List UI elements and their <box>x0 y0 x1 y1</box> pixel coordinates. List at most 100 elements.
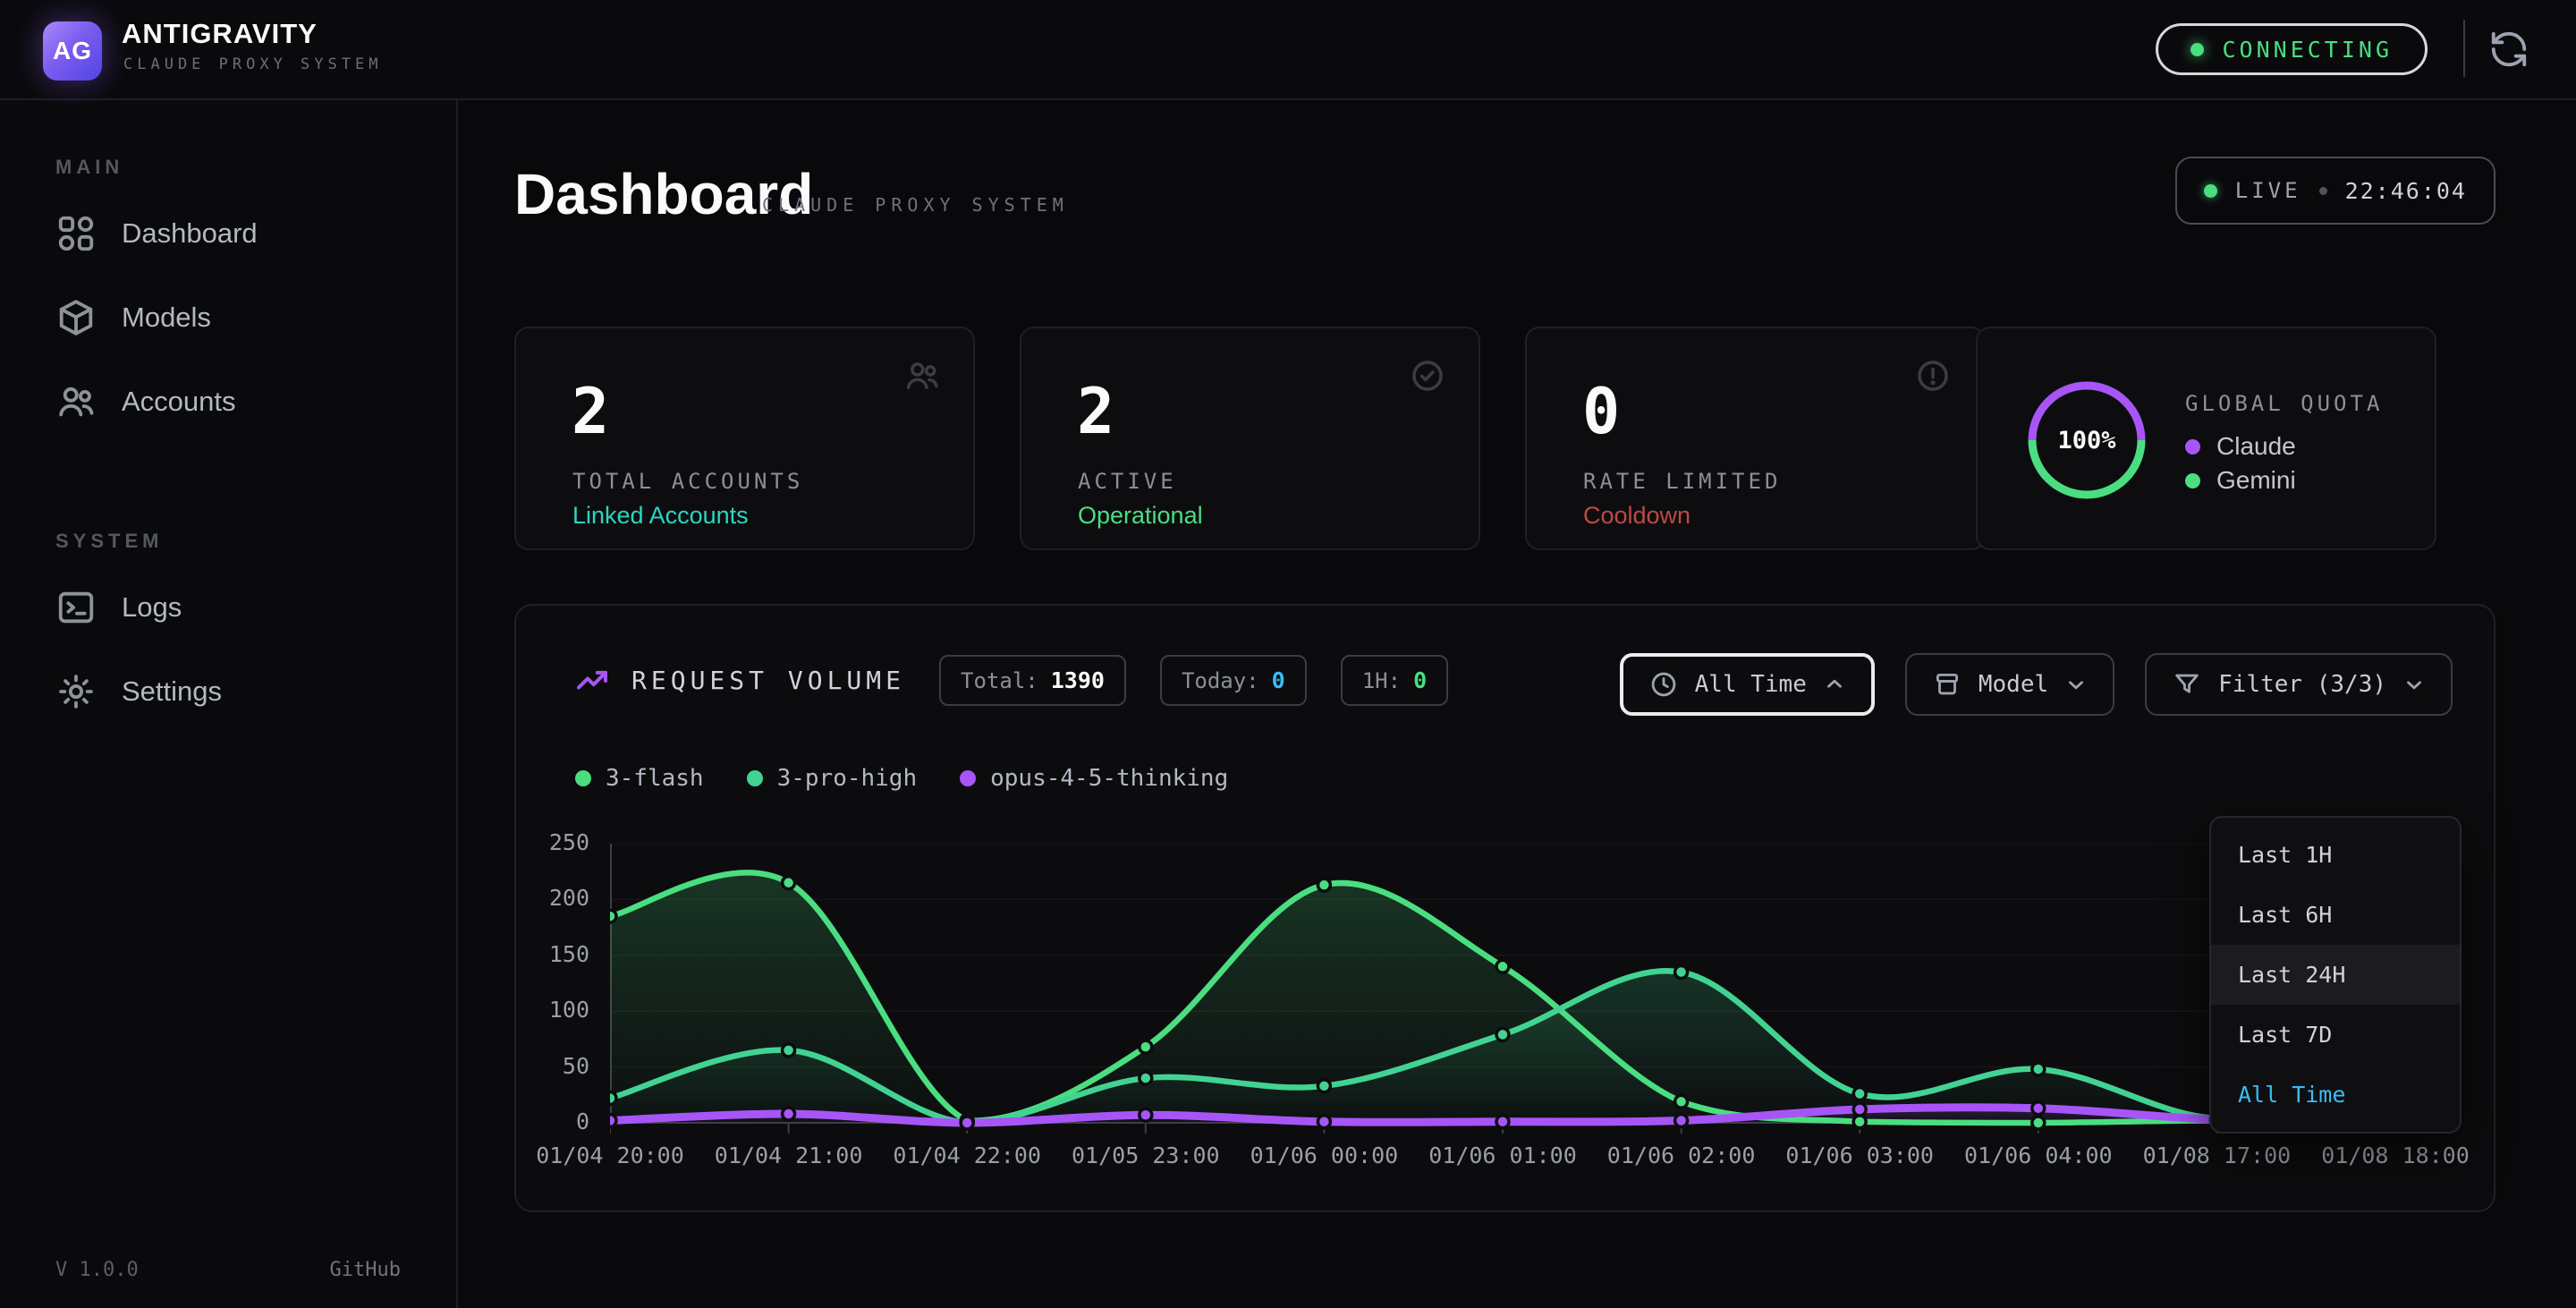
chevron-down-icon <box>2064 673 2088 696</box>
time-range-label: All Time <box>1695 671 1807 698</box>
legend-item[interactable]: 3-flash <box>575 765 704 792</box>
model-label: Model <box>1979 671 2048 698</box>
quota-title: GLOBAL QUOTA <box>2185 391 2383 416</box>
sidebar-item-label: Models <box>122 302 211 334</box>
github-link[interactable]: GitHub <box>330 1259 401 1281</box>
time-range-button[interactable]: All Time <box>1620 653 1875 716</box>
users-icon <box>55 381 97 422</box>
stat-label: TOTAL ACCOUNTS <box>572 469 803 494</box>
connection-status-pill: CONNECTING <box>2156 23 2428 75</box>
stat-sub: Cooldown <box>1583 502 1690 530</box>
gear-icon <box>55 671 97 712</box>
dropdown-item[interactable]: Last 24H <box>2211 945 2460 1005</box>
stat-value: 2 <box>572 375 609 448</box>
main-content: Dashboard CLAUDE PROXY SYSTEM LIVE 22:46… <box>460 100 2576 1308</box>
legend-label: 3-flash <box>606 765 704 792</box>
chevron-down-icon <box>2402 673 2426 696</box>
x-tick-label: 01/04 20:00 <box>536 1142 684 1168</box>
y-tick-label: 100 <box>527 997 589 1023</box>
separator-dot <box>2319 187 2327 195</box>
dropdown-item[interactable]: All Time <box>2211 1065 2460 1125</box>
badge-value: 0 <box>1272 667 1285 693</box>
stat-sub: Linked Accounts <box>572 502 749 530</box>
live-clock-badge: LIVE 22:46:04 <box>2175 157 2496 225</box>
sidebar-item-accounts[interactable]: Accounts <box>0 360 456 444</box>
funnel-icon <box>2172 669 2202 700</box>
quota-percent: 100% <box>2025 378 2148 502</box>
app-title: ANTIGRAVITY <box>122 18 318 50</box>
x-tick-label: 01/04 22:00 <box>893 1142 1041 1168</box>
app-subtitle: CLAUDE PROXY SYSTEM <box>123 55 382 73</box>
status-dot <box>2190 43 2204 56</box>
x-tick-label: 01/05 23:00 <box>1072 1142 1220 1168</box>
stat-value: 2 <box>1077 375 1114 448</box>
x-tick-label: 01/06 04:00 <box>1964 1142 2113 1168</box>
sidebar-item-logs[interactable]: Logs <box>0 565 456 650</box>
y-tick-label: 50 <box>527 1053 589 1079</box>
stat-badge-total: Total: 1390 <box>939 655 1126 706</box>
line-chart <box>610 844 2395 1137</box>
legend-label: opus-4-5-thinking <box>990 765 1228 792</box>
live-label: LIVE <box>2235 178 2301 203</box>
x-tick-label: 01/08 18:00 <box>2321 1142 2470 1168</box>
badge-value: 0 <box>1413 667 1427 693</box>
dropdown-item[interactable]: Last 7D <box>2211 1005 2460 1065</box>
nav-section-system: SYSTEM <box>55 530 456 553</box>
time-range-dropdown: Last 1HLast 6HLast 24HLast 7DAll Time <box>2209 816 2462 1134</box>
sidebar-item-models[interactable]: Models <box>0 276 456 360</box>
badge-value: 1390 <box>1051 667 1105 693</box>
badge-label: Today: <box>1182 668 1259 693</box>
x-tick-label: 01/04 21:00 <box>715 1142 863 1168</box>
quota-legend-gemini: Gemini <box>2185 466 2296 495</box>
header-divider <box>2463 20 2465 77</box>
terminal-icon <box>55 587 97 628</box>
chevron-up-icon <box>1823 673 1846 696</box>
legend-label: Gemini <box>2216 466 2296 495</box>
chart-legend: 3-flash 3-pro-high opus-4-5-thinking <box>575 765 1228 792</box>
legend-dot <box>747 770 763 786</box>
legend-label: 3-pro-high <box>777 765 918 792</box>
page-subtitle: CLAUDE PROXY SYSTEM <box>762 194 1069 216</box>
nav-section-main: MAIN <box>55 156 456 179</box>
card-rate-limited: 0 RATE LIMITED Cooldown <box>1525 327 1986 550</box>
chart-title: REQUEST VOLUME <box>631 666 905 695</box>
quota-legend-claude: Claude <box>2185 432 2296 461</box>
trending-up-icon <box>574 663 610 699</box>
clock-icon <box>1648 669 1679 700</box>
filter-button[interactable]: Filter (3/3) <box>2145 653 2453 716</box>
card-total-accounts: 2 TOTAL ACCOUNTS Linked Accounts <box>514 327 975 550</box>
app-logo: AG <box>43 21 102 81</box>
clock-value: 22:46:04 <box>2345 178 2467 204</box>
legend-item[interactable]: opus-4-5-thinking <box>960 765 1228 792</box>
x-tick-label: 01/08 17:00 <box>2143 1142 2292 1168</box>
alert-circle-icon <box>1914 357 1952 395</box>
archive-box-icon <box>1932 669 1962 700</box>
filter-label: Filter (3/3) <box>2218 671 2386 698</box>
legend-dot <box>2185 439 2200 454</box>
live-dot <box>2204 184 2217 198</box>
stat-badge-1h: 1H: 0 <box>1341 655 1448 706</box>
sidebar-item-dashboard[interactable]: Dashboard <box>0 191 456 276</box>
y-tick-label: 250 <box>527 829 589 855</box>
sidebar-item-settings[interactable]: Settings <box>0 650 456 734</box>
legend-item[interactable]: 3-pro-high <box>747 765 918 792</box>
y-tick-label: 150 <box>527 941 589 967</box>
legend-dot <box>2185 473 2200 488</box>
sidebar-item-label: Dashboard <box>122 217 258 250</box>
status-text: CONNECTING <box>2222 37 2393 63</box>
legend-label: Claude <box>2216 432 2296 461</box>
badge-label: 1H: <box>1362 668 1401 693</box>
dropdown-item[interactable]: Last 6H <box>2211 885 2460 945</box>
legend-dot <box>575 770 591 786</box>
app-header: AG ANTIGRAVITY CLAUDE PROXY SYSTEM CONNE… <box>0 0 2576 100</box>
users-icon <box>903 357 941 395</box>
sidebar-item-label: Settings <box>122 675 222 708</box>
refresh-icon[interactable] <box>2488 29 2529 70</box>
model-button[interactable]: Model <box>1905 653 2114 716</box>
x-tick-label: 01/06 00:00 <box>1250 1142 1399 1168</box>
y-tick-label: 200 <box>527 885 589 911</box>
stat-label: ACTIVE <box>1078 469 1177 494</box>
sidebar-item-label: Accounts <box>122 386 236 418</box>
y-tick-label: 0 <box>527 1108 589 1134</box>
dropdown-item[interactable]: Last 1H <box>2211 825 2460 885</box>
